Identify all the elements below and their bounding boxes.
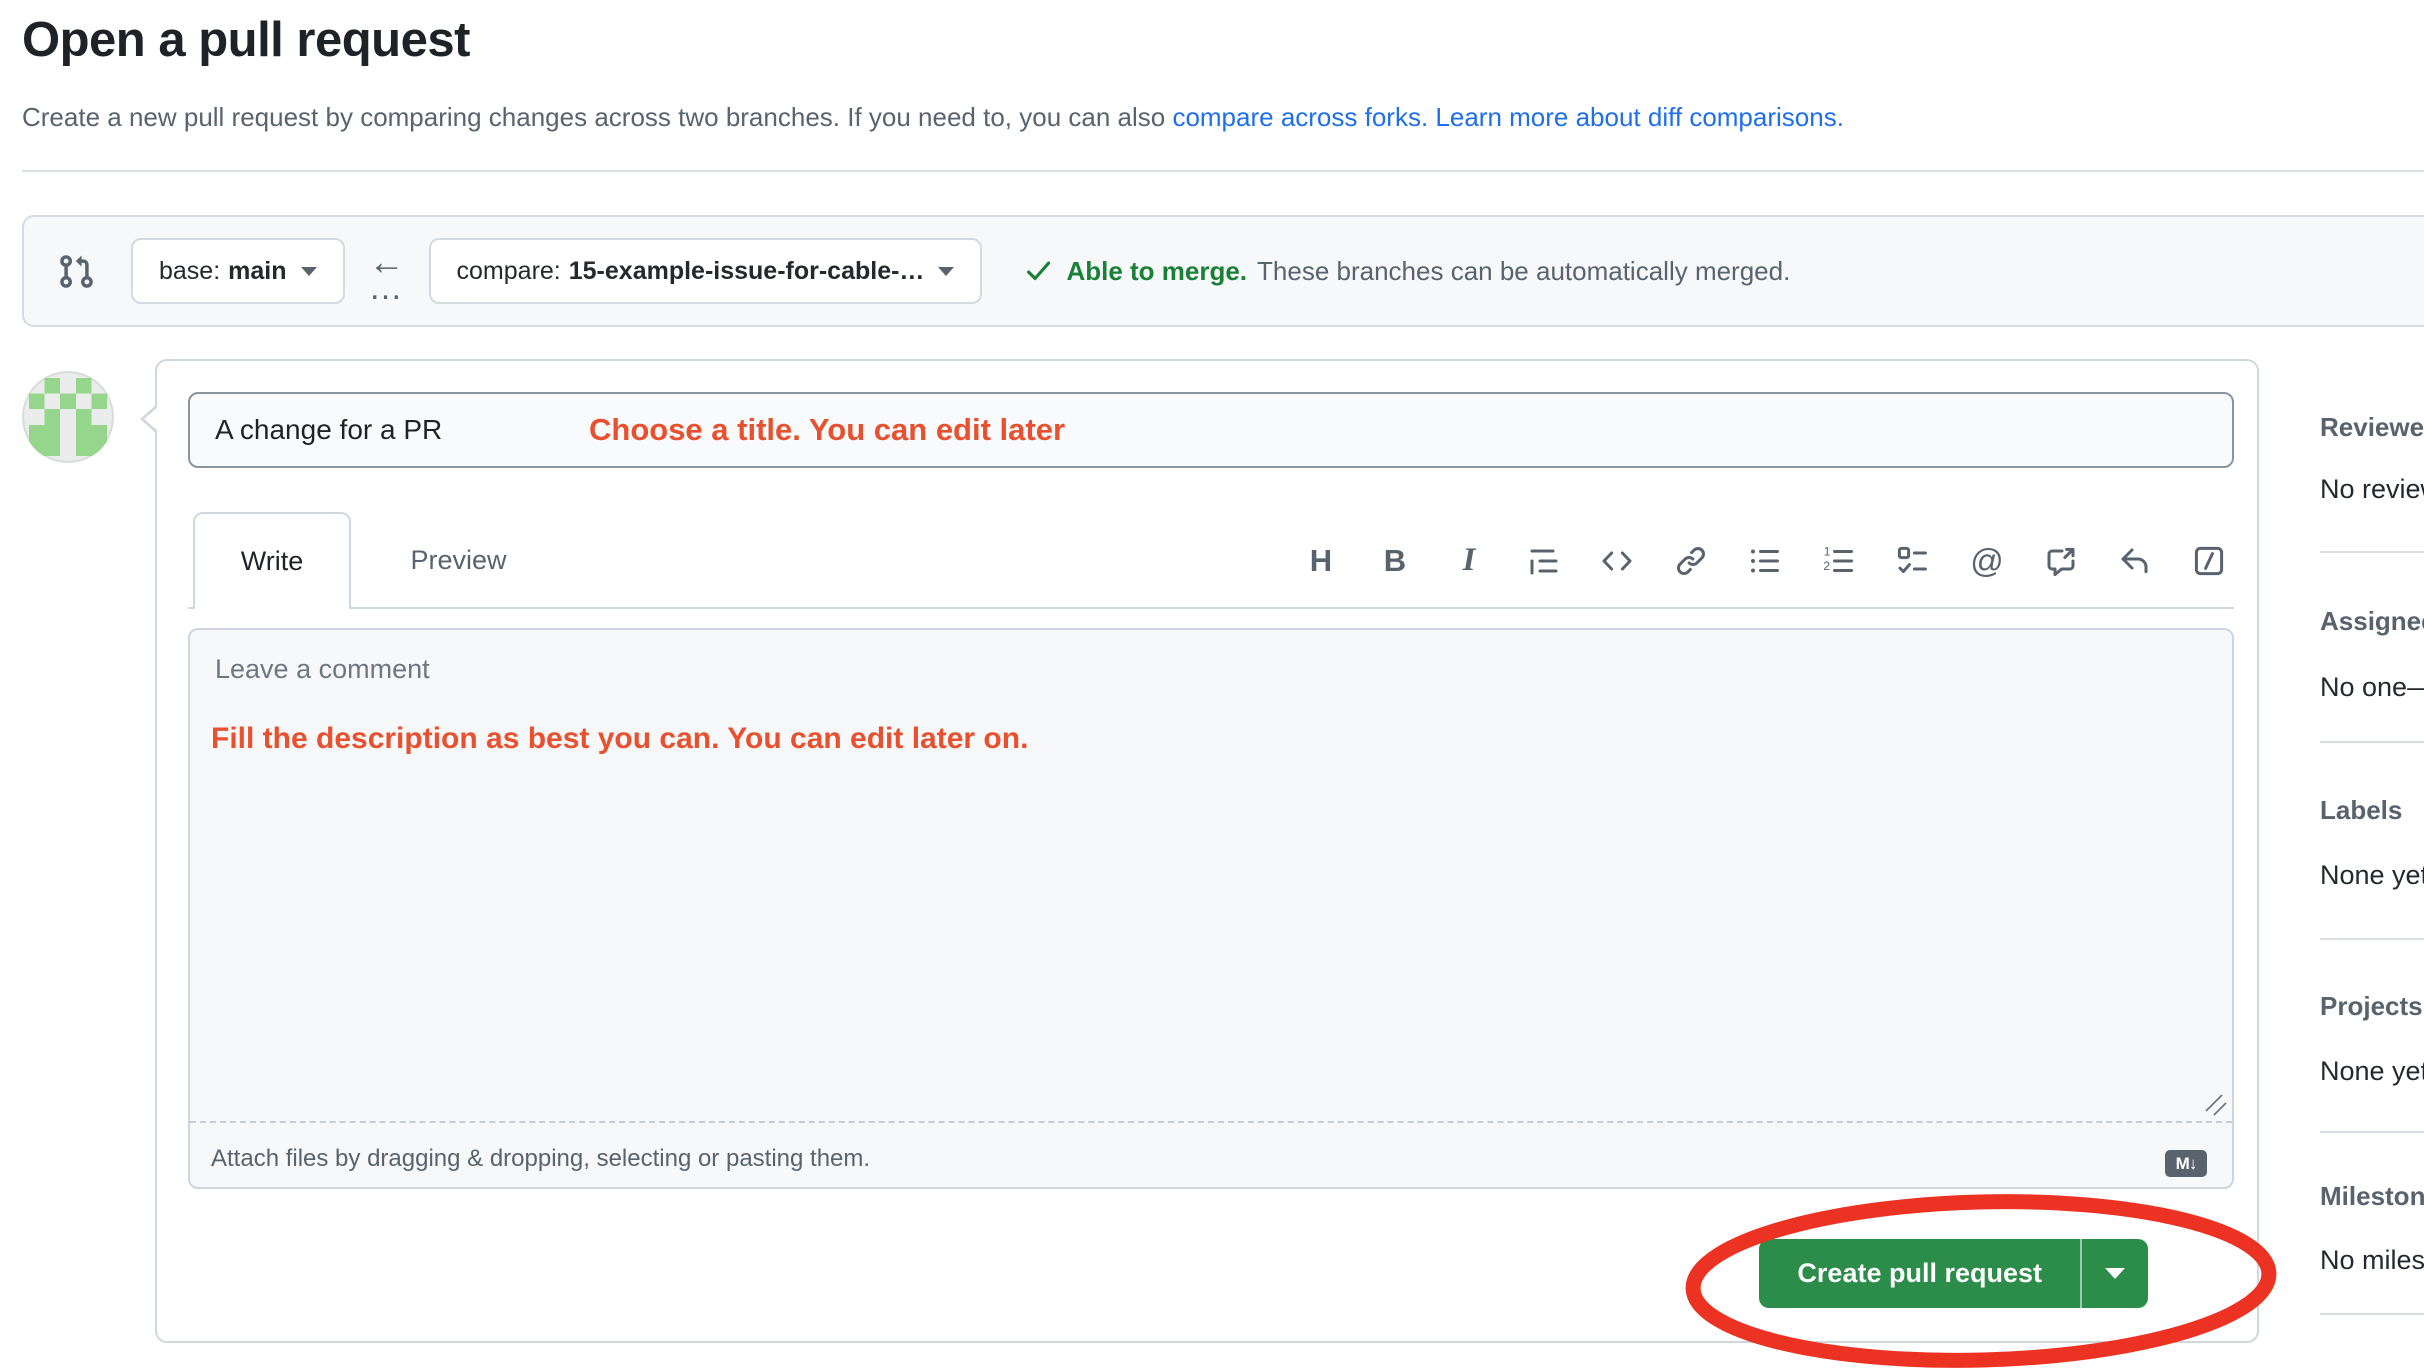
attach-divider xyxy=(190,1121,2232,1123)
markdown-toolbar: H B I 12 xyxy=(1304,512,2226,609)
create-pull-request-split-button: Create pull request xyxy=(1759,1239,2148,1308)
avatar xyxy=(22,371,114,463)
sidebar-heading-reviewers[interactable]: Reviewers xyxy=(2320,412,2424,443)
unordered-list-icon[interactable] xyxy=(1748,544,1782,578)
learn-more-link[interactable]: Learn more about diff comparisons. xyxy=(1428,102,1844,132)
link-icon[interactable] xyxy=(1674,544,1708,578)
divider xyxy=(2320,551,2424,553)
sidebar-heading-assignees[interactable]: Assignees xyxy=(2320,606,2424,637)
pr-sidebar: Reviewers No reviews Assignees No one—as… xyxy=(2320,0,2424,1368)
heading-icon[interactable]: H xyxy=(1304,544,1338,578)
code-icon[interactable] xyxy=(1600,544,1634,578)
italic-icon[interactable]: I xyxy=(1452,544,1486,578)
check-icon xyxy=(1024,256,1054,286)
compare-across-forks-link[interactable]: compare across forks. xyxy=(1172,102,1428,132)
merge-status: Able to merge. These branches can be aut… xyxy=(1024,256,1790,287)
merge-status-detail: These branches can be automatically merg… xyxy=(1257,256,1790,287)
tab-preview[interactable]: Preview xyxy=(351,512,566,609)
branch-selector-bar: base: main ← … compare: 15-example-issue-f… xyxy=(22,215,2424,327)
reply-icon[interactable] xyxy=(2118,544,2152,578)
create-pull-request-button[interactable]: Create pull request xyxy=(1759,1239,2080,1308)
subtitle-text: Create a new pull request by comparing c… xyxy=(22,102,1172,132)
ordered-list-icon[interactable]: 12 xyxy=(1822,544,1856,578)
comment-caret-fill xyxy=(144,407,158,431)
compare-label: compare: xyxy=(457,257,561,286)
editor-tab-row: Write Preview H B I 12 xyxy=(188,512,2234,609)
chevron-down-icon xyxy=(2105,1268,2125,1279)
ellipsis-icon: … xyxy=(369,279,405,297)
tasklist-icon[interactable] xyxy=(1896,544,1930,578)
chevron-down-icon xyxy=(301,267,317,276)
sidebar-value-assignees: No one—assign yourself xyxy=(2320,672,2424,703)
markdown-supported-icon[interactable]: M↓ xyxy=(2165,1150,2207,1177)
divider xyxy=(2320,938,2424,940)
svg-text:2: 2 xyxy=(1823,558,1830,572)
slash-command-icon[interactable] xyxy=(2192,544,2226,578)
header-divider xyxy=(22,170,2424,172)
sidebar-value-labels: None yet xyxy=(2320,860,2424,891)
mention-icon[interactable]: @ xyxy=(1970,544,2004,578)
compare-branch-name: 15-example-issue-for-cable-… xyxy=(569,257,925,286)
page-subtitle: Create a new pull request by comparing c… xyxy=(22,102,1844,133)
bold-icon[interactable]: B xyxy=(1378,544,1412,578)
merge-status-ok: Able to merge. xyxy=(1066,256,1247,287)
cross-reference-icon[interactable] xyxy=(2044,544,2078,578)
sidebar-value-milestone: No milestone xyxy=(2320,1245,2424,1276)
sidebar-heading-labels[interactable]: Labels xyxy=(2320,795,2402,826)
svg-text:1: 1 xyxy=(1824,545,1831,559)
sidebar-heading-projects[interactable]: Projects xyxy=(2320,991,2423,1022)
tab-write[interactable]: Write xyxy=(193,512,351,609)
compare-branch-dropdown[interactable]: compare: 15-example-issue-for-cable-… xyxy=(429,238,983,304)
quote-icon[interactable] xyxy=(1526,544,1560,578)
identicon xyxy=(29,378,107,456)
comment-textarea[interactable]: Leave a comment Fill the description as … xyxy=(188,628,2234,1189)
swap-branches-arrow[interactable]: ← … xyxy=(369,245,405,297)
attach-files-hint[interactable]: Attach files by dragging & dropping, sel… xyxy=(211,1145,870,1173)
base-branch-name: main xyxy=(228,257,286,286)
comment-placeholder: Leave a comment xyxy=(215,654,430,685)
sidebar-value-projects: None yet xyxy=(2320,1056,2424,1087)
divider xyxy=(2320,1131,2424,1133)
pr-title-input[interactable] xyxy=(188,392,2234,468)
git-compare-icon xyxy=(58,253,95,290)
annotation-description-hint: Fill the description as best you can. Yo… xyxy=(211,722,1028,756)
pr-form-card: Choose a title. You can edit later Write… xyxy=(155,359,2259,1343)
resize-handle[interactable] xyxy=(2202,1091,2228,1117)
base-label: base: xyxy=(159,257,220,286)
open-pull-request-page: Open a pull request Create a new pull re… xyxy=(0,0,2424,1368)
divider xyxy=(2320,741,2424,743)
sidebar-value-reviewers: No reviews xyxy=(2320,474,2424,505)
page-title: Open a pull request xyxy=(22,12,470,68)
base-branch-dropdown[interactable]: base: main xyxy=(131,238,345,304)
sidebar-heading-milestone[interactable]: Milestone xyxy=(2320,1181,2424,1212)
create-options-dropdown[interactable] xyxy=(2080,1239,2148,1308)
chevron-down-icon xyxy=(938,267,954,276)
divider xyxy=(2320,1313,2424,1315)
